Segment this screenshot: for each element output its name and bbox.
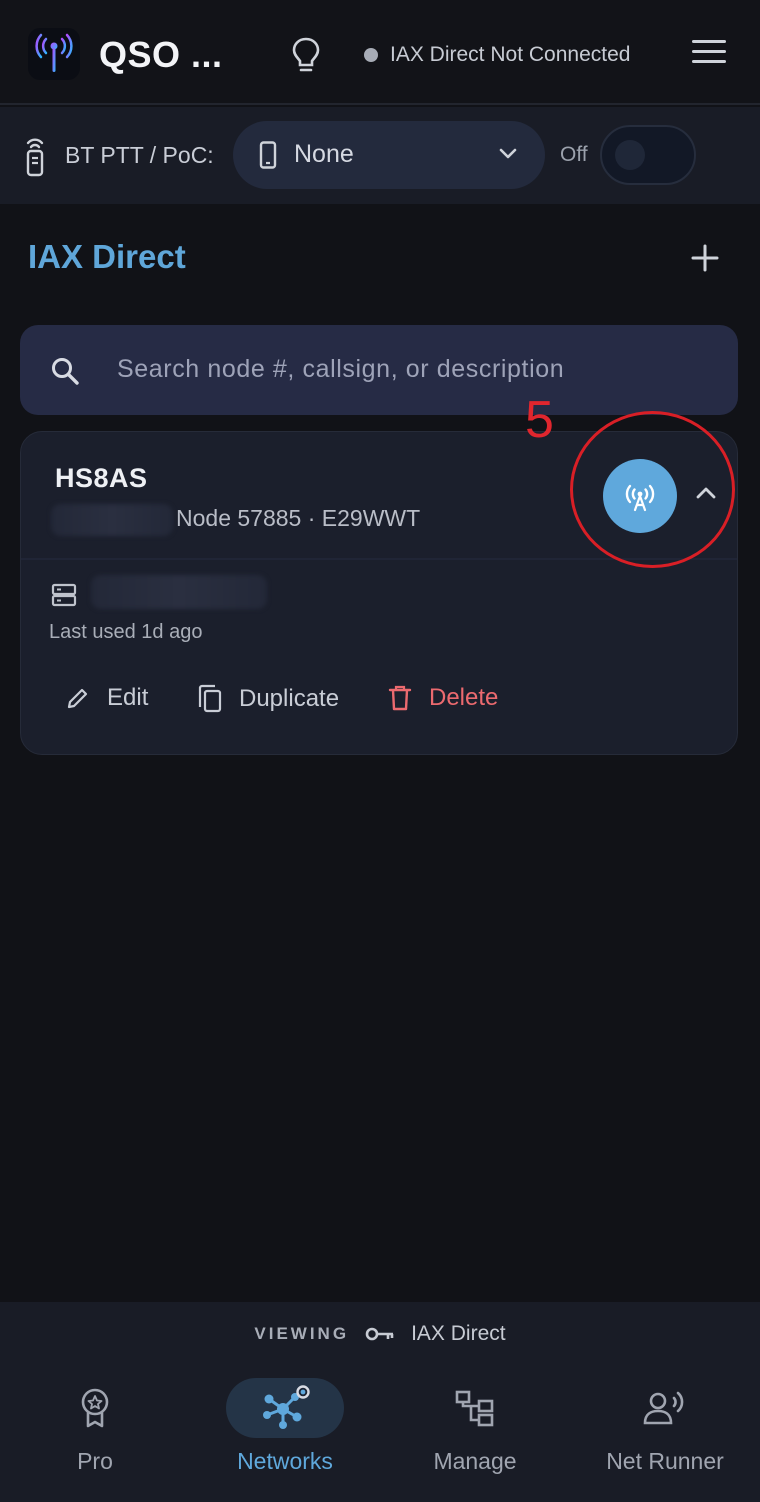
delete-button[interactable]: Delete bbox=[387, 684, 498, 712]
redacted-server bbox=[91, 575, 267, 609]
lightbulb-icon[interactable] bbox=[288, 35, 324, 75]
voice-user-icon bbox=[606, 1378, 724, 1438]
add-node-button[interactable] bbox=[689, 242, 721, 274]
last-used-text: Last used 1d ago bbox=[49, 621, 203, 643]
walkie-talkie-icon bbox=[23, 137, 47, 177]
edit-label: Edit bbox=[107, 684, 149, 711]
viewing-label: VIEWING bbox=[254, 1324, 350, 1343]
key-icon bbox=[365, 1327, 394, 1341]
trash-icon bbox=[388, 685, 412, 711]
app-logo-icon bbox=[28, 28, 80, 80]
annotation-circle bbox=[570, 411, 735, 568]
pencil-icon bbox=[67, 688, 88, 709]
search-placeholder: Search node #, callsign, or description bbox=[117, 355, 565, 383]
viewing-network: IAX Direct bbox=[411, 1322, 506, 1345]
page-title: IAX Direct bbox=[28, 238, 186, 275]
copy-icon bbox=[198, 684, 222, 713]
chevron-down-icon bbox=[499, 147, 517, 165]
nav-net-runner-label: Net Runner bbox=[606, 1448, 724, 1474]
ptt-toggle-label: Off bbox=[560, 143, 588, 166]
nav-networks[interactable]: Networks bbox=[190, 1378, 380, 1488]
nav-manage-label: Manage bbox=[433, 1448, 517, 1474]
bt-ptt-label: BT PTT / PoC: bbox=[65, 142, 214, 168]
nav-networks-label: Networks bbox=[237, 1448, 333, 1474]
connection-status-text: IAX Direct Not Connected bbox=[390, 43, 631, 66]
app-header: QSO ... IAX Direct Not Connected bbox=[0, 0, 760, 105]
redacted-text bbox=[51, 504, 173, 536]
ptt-toggle[interactable] bbox=[600, 125, 696, 185]
search-input[interactable]: Search node #, callsign, or description bbox=[20, 325, 738, 415]
duplicate-label: Duplicate bbox=[239, 685, 340, 712]
phone-icon bbox=[259, 141, 277, 174]
hamburger-menu-icon[interactable] bbox=[692, 40, 726, 70]
delete-label: Delete bbox=[429, 684, 499, 711]
network-icon bbox=[226, 1378, 344, 1438]
annotation-number: 5 bbox=[525, 391, 554, 449]
nav-pro-label: Pro bbox=[77, 1448, 113, 1474]
hierarchy-icon bbox=[416, 1378, 534, 1438]
server-icon bbox=[51, 582, 77, 613]
edit-button[interactable]: Edit bbox=[65, 684, 148, 712]
duplicate-button[interactable]: Duplicate bbox=[195, 684, 339, 714]
search-icon bbox=[50, 356, 80, 391]
status-dot-icon bbox=[364, 48, 378, 62]
viewing-indicator: VIEWING IAX Direct bbox=[0, 1319, 760, 1349]
nav-pro[interactable]: Pro bbox=[0, 1378, 190, 1488]
app-title: QSO ... bbox=[99, 34, 223, 75]
ptt-device-select[interactable]: None bbox=[233, 121, 545, 189]
bt-ptt-bar: BT PTT / PoC: None Off bbox=[0, 107, 760, 204]
nav-net-runner[interactable]: Net Runner bbox=[570, 1378, 760, 1488]
node-info: Node 57885 · E29WWT bbox=[176, 505, 421, 531]
nav-manage[interactable]: Manage bbox=[380, 1378, 570, 1488]
toggle-knob bbox=[615, 140, 645, 170]
award-icon bbox=[36, 1378, 154, 1438]
plus-icon bbox=[691, 244, 719, 272]
node-callsign: HS8AS bbox=[55, 463, 148, 493]
connection-status: IAX Direct Not Connected bbox=[364, 42, 630, 68]
ptt-device-value: None bbox=[294, 140, 354, 168]
